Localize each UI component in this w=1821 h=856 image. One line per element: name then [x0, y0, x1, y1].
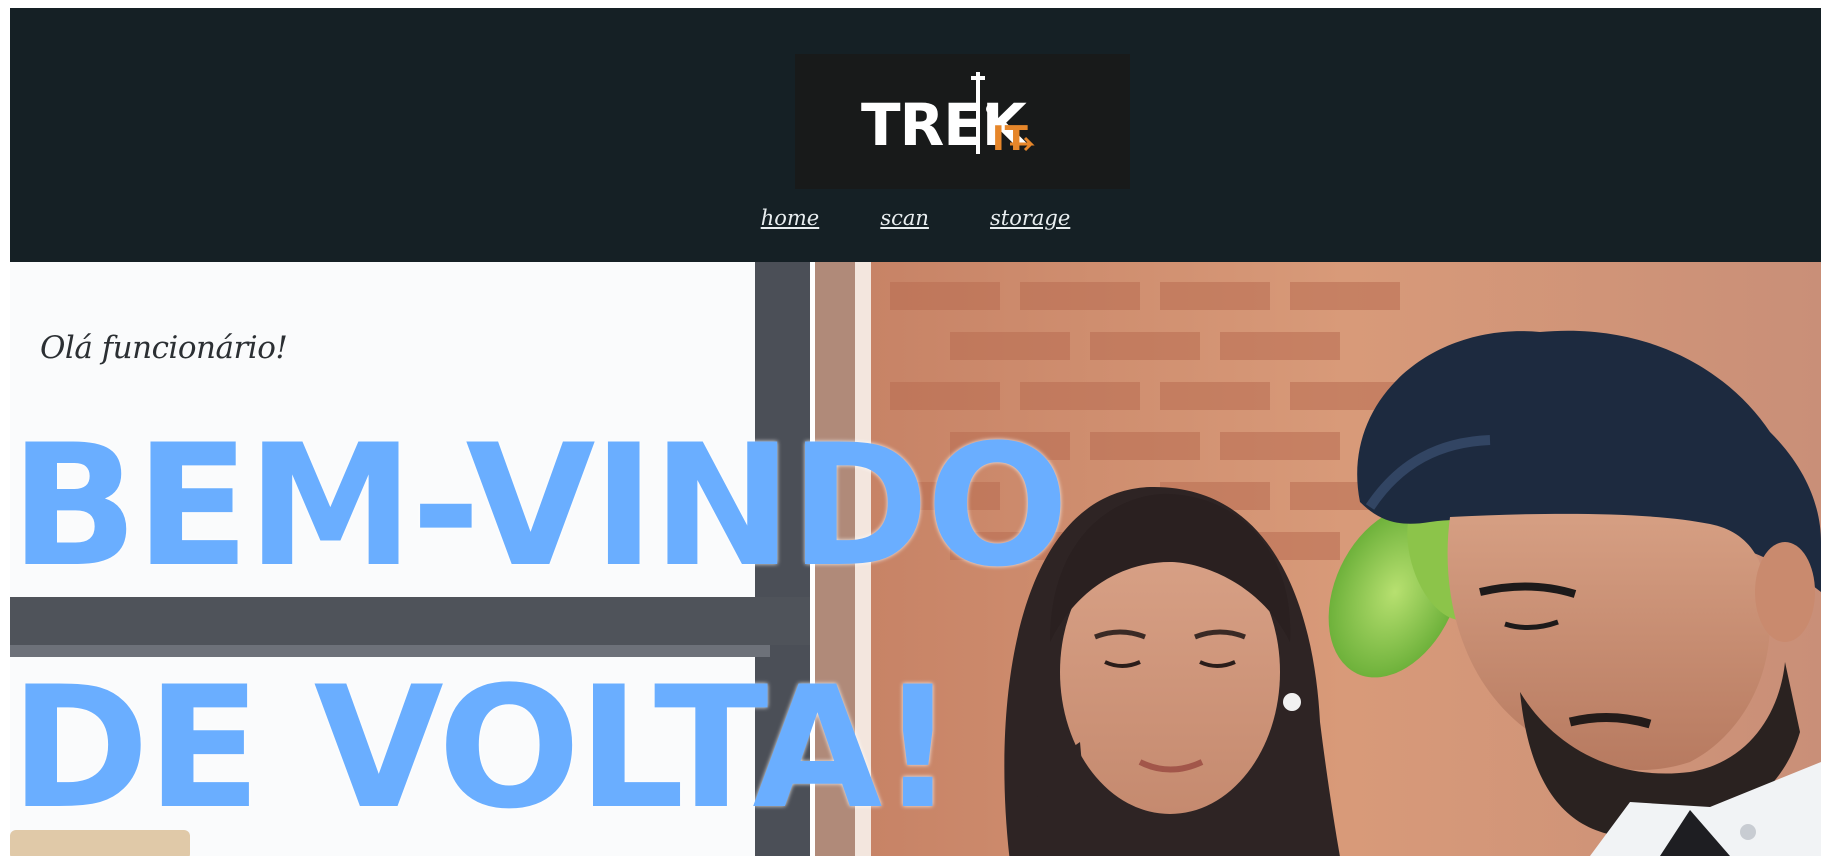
nav-link-scan[interactable]: scan	[880, 206, 929, 230]
logo-suffix: IT	[992, 119, 1029, 159]
brand-logo[interactable]: TREK IT	[795, 54, 1130, 189]
page-frame: TREK IT home scan storage Olá funcionári…	[0, 0, 1821, 856]
nav-link-home[interactable]: home	[761, 206, 820, 230]
greeting-text: Olá funcionário!	[40, 330, 288, 366]
site-header: TREK IT home scan storage	[10, 8, 1821, 262]
headline-line-1: BEM-VINDO	[10, 408, 1069, 604]
hero-banner: Olá funcionário! BEM-VINDO DE VOLTA!	[10, 262, 1821, 856]
nav-link-storage[interactable]: storage	[990, 206, 1070, 230]
main-nav: home scan storage	[10, 206, 1821, 230]
logo-mark: TREK IT	[861, 72, 1035, 159]
headline-line-2: DE VOLTA!	[10, 650, 956, 846]
